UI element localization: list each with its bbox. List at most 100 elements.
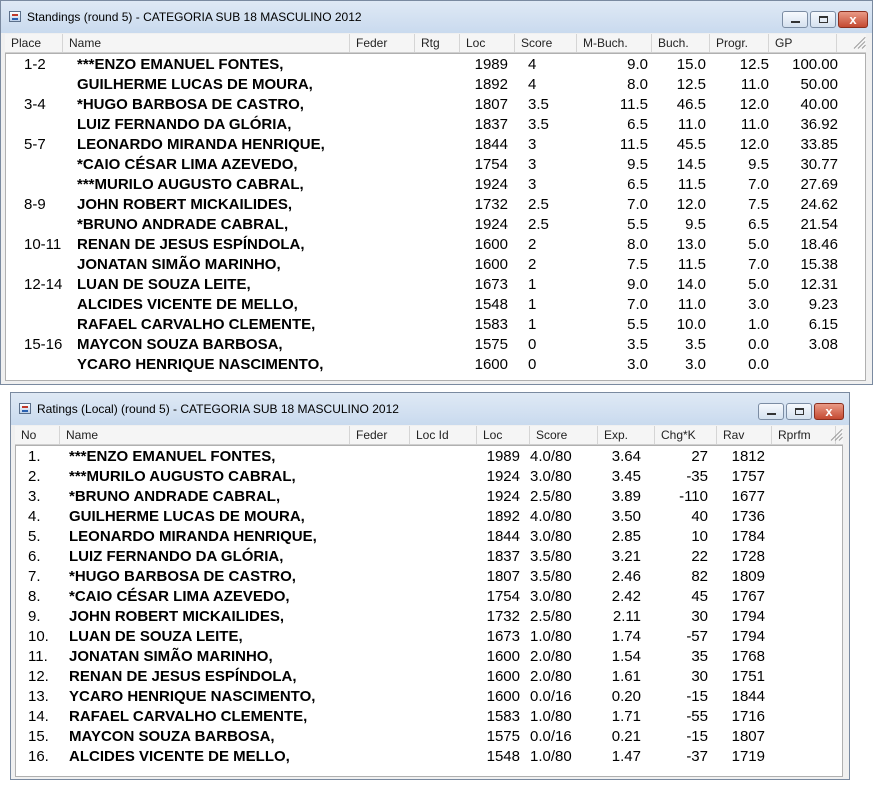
- column-header-name[interactable]: Name: [60, 426, 350, 444]
- table-row[interactable]: 4. GUILHERME LUCAS DE MOURA, 1892 4.0/80 3.5…: [16, 507, 842, 527]
- table-row[interactable]: 9. JOHN ROBERT MICKAILIDES, 1732 2.5/80 2.11…: [16, 607, 842, 627]
- cell-chgk: 40: [691, 508, 708, 525]
- table-row[interactable]: 13. YCARO HENRIQUE NASCIMENTO, 1600 0.0/16 0…: [16, 687, 842, 707]
- cell-gp: 12.31: [800, 276, 838, 293]
- minimize-button[interactable]: [782, 11, 808, 28]
- table-row[interactable]: ***MURILO AUGUSTO CABRAL, 1924 3 6.5 11.5 7.0…: [6, 175, 865, 195]
- table-row[interactable]: 1-2 ***ENZO EMANUEL FONTES, 1989 4 9.0 15.0 12…: [6, 55, 865, 75]
- table-row[interactable]: 1. ***ENZO EMANUEL FONTES, 1989 4.0/80 3.64 2…: [16, 447, 842, 467]
- cell-score: 2.0/80: [530, 648, 572, 665]
- cell-mbuch: 5.5: [627, 316, 648, 333]
- table-row[interactable]: GUILHERME LUCAS DE MOURA, 1892 4 8.0 12.5 11.…: [6, 75, 865, 95]
- cell-place: 3-4: [24, 96, 46, 113]
- cell-loc: 1837: [474, 116, 508, 133]
- table-row[interactable]: 12-14 LUAN DE SOUZA LEITE, 1673 1 9.0 14.0 5.0…: [6, 275, 865, 295]
- close-button[interactable]: x: [838, 11, 868, 28]
- minimize-button[interactable]: [758, 403, 784, 420]
- minimize-icon: [791, 21, 800, 23]
- column-header-feder[interactable]: Feder: [350, 426, 410, 444]
- column-header-place[interactable]: Place: [5, 34, 63, 52]
- table-row[interactable]: 6. LUIZ FERNANDO DA GLÓRIA, 1837 3.5/80 3.21…: [16, 547, 842, 567]
- table-row[interactable]: 5-7 LEONARDO MIRANDA HENRIQUE, 1844 3 11.5 45…: [6, 135, 865, 155]
- column-header-m-buch[interactable]: M-Buch.: [577, 34, 652, 52]
- table-row[interactable]: 3-4 *HUGO BARBOSA DE CASTRO, 1807 3.5 11.5 46…: [6, 95, 865, 115]
- cell-mbuch: 3.0: [627, 356, 648, 373]
- cell-mbuch: 11.5: [619, 136, 648, 153]
- table-row[interactable]: 5. LEONARDO MIRANDA HENRIQUE, 1844 3.0/80 2.…: [16, 527, 842, 547]
- column-header-loc[interactable]: Loc: [477, 426, 530, 444]
- table-row[interactable]: 15-16 MAYCON SOUZA BARBOSA, 1575 0 3.5 3.5 0.0…: [6, 335, 865, 355]
- table-row[interactable]: *BRUNO ANDRADE CABRAL, 1924 2.5 5.5 9.5 6.5 21…: [6, 215, 865, 235]
- cell-score: 1.0/80: [530, 748, 572, 765]
- column-header-rprfm[interactable]: Rprfm: [772, 426, 836, 444]
- cell-no: 13.: [28, 688, 49, 705]
- column-header-score[interactable]: Score: [515, 34, 577, 52]
- cell-buch: 12.0: [676, 196, 706, 213]
- cell-loc: 1989: [486, 448, 520, 465]
- column-header-name[interactable]: Name: [63, 34, 350, 52]
- table-row[interactable]: 7. *HUGO BARBOSA DE CASTRO, 1807 3.5/80 2.46…: [16, 567, 842, 587]
- table-row[interactable]: 12. RENAN DE JESUS ESPÍNDOLA, 1600 2.0/80 1.…: [16, 667, 842, 687]
- table-row[interactable]: *CAIO CÉSAR LIMA AZEVEDO, 1754 3 9.5 14.5 9.5…: [6, 155, 865, 175]
- cell-mbuch: 7.5: [627, 256, 648, 273]
- table-row[interactable]: LUIZ FERNANDO DA GLÓRIA, 1837 3.5 6.5 11.0 11…: [6, 115, 865, 135]
- column-header-buch[interactable]: Buch.: [652, 34, 710, 52]
- cell-progr: 0.0: [748, 336, 769, 353]
- cell-name: LUIZ FERNANDO DA GLÓRIA,: [77, 116, 292, 133]
- cell-progr: 5.0: [748, 236, 769, 253]
- cell-name: RAFAEL CARVALHO CLEMENTE,: [77, 316, 316, 333]
- cell-progr: 9.5: [748, 156, 769, 173]
- table-row[interactable]: 8. *CAIO CÉSAR LIMA AZEVEDO, 1754 3.0/80 2.4…: [16, 587, 842, 607]
- cell-progr: 11.0: [740, 76, 769, 93]
- cell-buch: 3.5: [685, 336, 706, 353]
- ratings-titlebar[interactable]: Ratings (Local) (round 5) - CATEGORIA SU…: [11, 393, 849, 425]
- close-button[interactable]: x: [814, 403, 844, 420]
- column-header-progr[interactable]: Progr.: [710, 34, 769, 52]
- column-header-exp[interactable]: Exp.: [598, 426, 655, 444]
- standings-titlebar[interactable]: Standings (round 5) - CATEGORIA SUB 18 M…: [1, 1, 872, 33]
- column-header-rav[interactable]: Rav: [717, 426, 772, 444]
- cell-loc: 1807: [486, 568, 520, 585]
- column-header-loc-id[interactable]: Loc Id: [410, 426, 477, 444]
- cell-score: 2.5: [528, 196, 549, 213]
- cell-name: RENAN DE JESUS ESPÍNDOLA,: [77, 236, 305, 253]
- maximize-button[interactable]: [810, 11, 836, 28]
- table-row[interactable]: JONATAN SIMÃO MARINHO, 1600 2 7.5 11.5 7.0 15.…: [6, 255, 865, 275]
- cell-name: ALCIDES VICENTE DE MELLO,: [77, 296, 298, 313]
- cell-rav: 1784: [731, 528, 765, 545]
- column-header-gp[interactable]: GP: [769, 34, 837, 52]
- table-row[interactable]: 14. RAFAEL CARVALHO CLEMENTE, 1583 1.0/80 1.…: [16, 707, 842, 727]
- cell-rav: 1757: [731, 468, 765, 485]
- column-header-loc[interactable]: Loc: [460, 34, 515, 52]
- table-row[interactable]: ALCIDES VICENTE DE MELLO, 1548 1 7.0 11.0 3.0…: [6, 295, 865, 315]
- table-row[interactable]: 10. LUAN DE SOUZA LEITE, 1673 1.0/80 1.74 -57…: [16, 627, 842, 647]
- cell-loc: 1600: [486, 648, 520, 665]
- table-row[interactable]: 3. *BRUNO ANDRADE CABRAL, 1924 2.5/80 3.89 -1…: [16, 487, 842, 507]
- table-row[interactable]: 2. ***MURILO AUGUSTO CABRAL, 1924 3.0/80 3.4…: [16, 467, 842, 487]
- column-header-chg-k[interactable]: Chg*K: [655, 426, 717, 444]
- table-row[interactable]: 8-9 JOHN ROBERT MICKAILIDES, 1732 2.5 7.0 12.…: [6, 195, 865, 215]
- table-row[interactable]: RAFAEL CARVALHO CLEMENTE, 1583 1 5.5 10.0 1.0…: [6, 315, 865, 335]
- cell-no: 2.: [28, 468, 41, 485]
- ratings-list[interactable]: 1. ***ENZO EMANUEL FONTES, 1989 4.0/80 3.64 2…: [15, 445, 843, 777]
- column-header-score[interactable]: Score: [530, 426, 598, 444]
- cell-loc: 1844: [486, 528, 520, 545]
- table-row[interactable]: 10-11 RENAN DE JESUS ESPÍNDOLA, 1600 2 8.0 13…: [6, 235, 865, 255]
- cell-buch: 13.0: [676, 236, 706, 253]
- standings-list[interactable]: 1-2 ***ENZO EMANUEL FONTES, 1989 4 9.0 15.0 12…: [5, 53, 866, 381]
- table-row[interactable]: 11. JONATAN SIMÃO MARINHO, 1600 2.0/80 1.54 3…: [16, 647, 842, 667]
- table-row[interactable]: 15. MAYCON SOUZA BARBOSA, 1575 0.0/16 0.21 -1…: [16, 727, 842, 747]
- resize-grip-icon[interactable]: [829, 429, 844, 441]
- cell-buch: 11.5: [677, 176, 706, 193]
- maximize-button[interactable]: [786, 403, 812, 420]
- cell-rav: 1812: [731, 448, 765, 465]
- resize-grip-icon[interactable]: [852, 37, 867, 49]
- table-row[interactable]: 16. ALCIDES VICENTE DE MELLO, 1548 1.0/80 1.…: [16, 747, 842, 767]
- cell-score: 1: [528, 296, 537, 313]
- column-header-rtg[interactable]: Rtg: [415, 34, 460, 52]
- cell-name: GUILHERME LUCAS DE MOURA,: [77, 76, 313, 93]
- cell-loc: 1924: [486, 488, 520, 505]
- column-header-feder[interactable]: Feder: [350, 34, 415, 52]
- column-header-no[interactable]: No: [15, 426, 60, 444]
- table-row[interactable]: YCARO HENRIQUE NASCIMENTO, 1600 0 3.0 3.0 0.0: [6, 355, 865, 375]
